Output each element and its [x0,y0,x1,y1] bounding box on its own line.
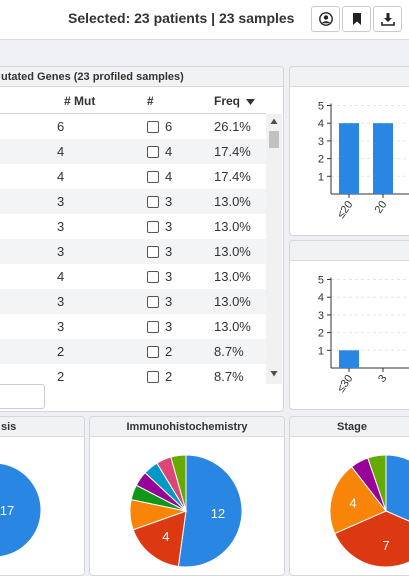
freq-cell: 8.7% [214,369,244,384]
scroll-down-icon[interactable] [270,371,278,377]
x-tick-label: 3 [376,373,389,385]
download-icon [381,13,395,26]
sample-count-cell: 3 [165,219,173,234]
pie-panel-left: sis [0,416,85,576]
mut-count-cell: 3 [57,294,65,309]
sample-count-cell: 3 [165,269,173,284]
mut-count-cell: 3 [57,219,65,234]
mut-count-cell: 3 [57,244,65,259]
bookmark-button[interactable] [342,6,371,32]
gene-select-checkbox[interactable] [147,196,159,208]
col-header-count[interactable]: # [147,94,154,108]
bar [339,123,359,194]
selection-toolbar: Selected: 23 patients | 23 samples [0,0,409,40]
pie-stage-title: Stage [290,417,409,437]
gene-select-checkbox[interactable] [147,121,159,133]
gene-select-checkbox[interactable] [147,146,159,158]
mut-count-cell: 2 [57,344,65,359]
freq-cell: 13.0% [214,269,251,284]
mut-count-cell: 3 [57,319,65,334]
scrollbar-thumb[interactable] [269,131,279,148]
mut-count-cell: 4 [57,169,65,184]
gene-select-checkbox[interactable] [147,246,159,258]
y-tick-label: 2 [318,154,324,166]
bar [373,123,393,194]
freq-cell: 26.1% [214,119,251,134]
y-tick-label: 1 [318,345,324,357]
table-scrollbar[interactable] [266,114,282,384]
col-header-mut[interactable]: # Mut [64,94,95,108]
y-tick-label: 4 [318,292,324,304]
bookmark-icon [353,13,361,25]
pie-panel-stage: Stage [289,416,409,576]
y-tick-label: 5 [318,275,324,287]
col-header-freq-label: Freq [214,94,241,108]
x-tick-label: ≤30 [335,373,355,395]
gene-select-checkbox[interactable] [147,221,159,233]
table-row[interactable]: 4 3 13.0% [0,264,266,289]
mutated-genes-title: utated Genes (23 profiled samples) [0,67,283,87]
table-row[interactable]: 4 4 17.4% [0,164,266,189]
sort-desc-icon [246,98,256,105]
user-button[interactable] [311,6,340,32]
freq-cell: 13.0% [214,319,251,334]
table-row[interactable]: 3 3 13.0% [0,289,266,314]
freq-cell: 13.0% [214,244,251,259]
table-row[interactable]: 3 3 13.0% [0,314,266,339]
table-row[interactable]: 2 2 8.7% [0,339,266,364]
bar-chart-2: 1 2 3 4 5 ≤30 3 [318,275,409,395]
table-row[interactable]: 3 3 13.0% [0,214,266,239]
gene-select-checkbox[interactable] [147,346,159,358]
sample-count-cell: 4 [165,144,173,159]
table-row[interactable]: 3 3 13.0% [0,239,266,264]
pie-left-title: sis [0,417,84,437]
sample-count-cell: 3 [165,194,173,209]
mut-count-cell: 4 [57,144,65,159]
sample-count-cell: 2 [165,369,173,384]
col-header-freq[interactable]: Freq [214,94,256,108]
pie-immuno-title: Immunohistochemistry [90,417,284,437]
mut-count-cell: 2 [57,369,65,384]
freq-cell: 13.0% [214,294,251,309]
freq-cell: 13.0% [214,194,251,209]
freq-cell: 17.4% [214,169,251,184]
sample-count-cell: 4 [165,169,173,184]
gene-select-checkbox[interactable] [147,296,159,308]
y-tick-label: 4 [318,118,324,130]
gene-select-checkbox[interactable] [147,371,159,383]
scroll-up-icon[interactable] [270,118,278,125]
y-tick-label: 1 [318,171,324,183]
sample-count-cell: 2 [165,344,173,359]
gene-select-checkbox[interactable] [147,271,159,283]
mut-count-cell: 4 [57,269,65,284]
pie-panel-immunohistochemistry: Immunohistochemistry [89,416,285,576]
freq-cell: 8.7% [214,344,244,359]
download-button[interactable] [373,6,402,32]
sample-count-cell: 6 [165,119,173,134]
x-tick-label: 20 [373,199,390,216]
table-row[interactable]: 6 6 26.1% [0,114,266,139]
freq-cell: 13.0% [214,219,251,234]
mut-count-cell: 3 [57,194,65,209]
x-tick-label: ≤20 [335,199,355,221]
table-row[interactable]: 3 3 13.0% [0,189,266,214]
y-tick-label: 3 [318,310,324,322]
mut-count-cell: 6 [57,119,65,134]
y-tick-label: 3 [318,136,324,148]
sample-count-cell: 3 [165,319,173,334]
selection-summary: Selected: 23 patients | 23 samples [68,10,295,26]
table-row[interactable]: 4 4 17.4% [0,139,266,164]
freq-cell: 17.4% [214,144,251,159]
y-tick-label: 5 [318,101,324,113]
bar-chart-1: 12345≤20204 [318,101,409,221]
bar [339,350,359,368]
user-icon [319,12,333,26]
sample-count-cell: 3 [165,294,173,309]
gene-search-input[interactable] [0,384,45,409]
scrollbar-graphic [269,118,279,377]
y-tick-label: 2 [318,328,324,340]
gene-select-checkbox[interactable] [147,171,159,183]
sample-count-cell: 3 [165,244,173,259]
gene-select-checkbox[interactable] [147,321,159,333]
